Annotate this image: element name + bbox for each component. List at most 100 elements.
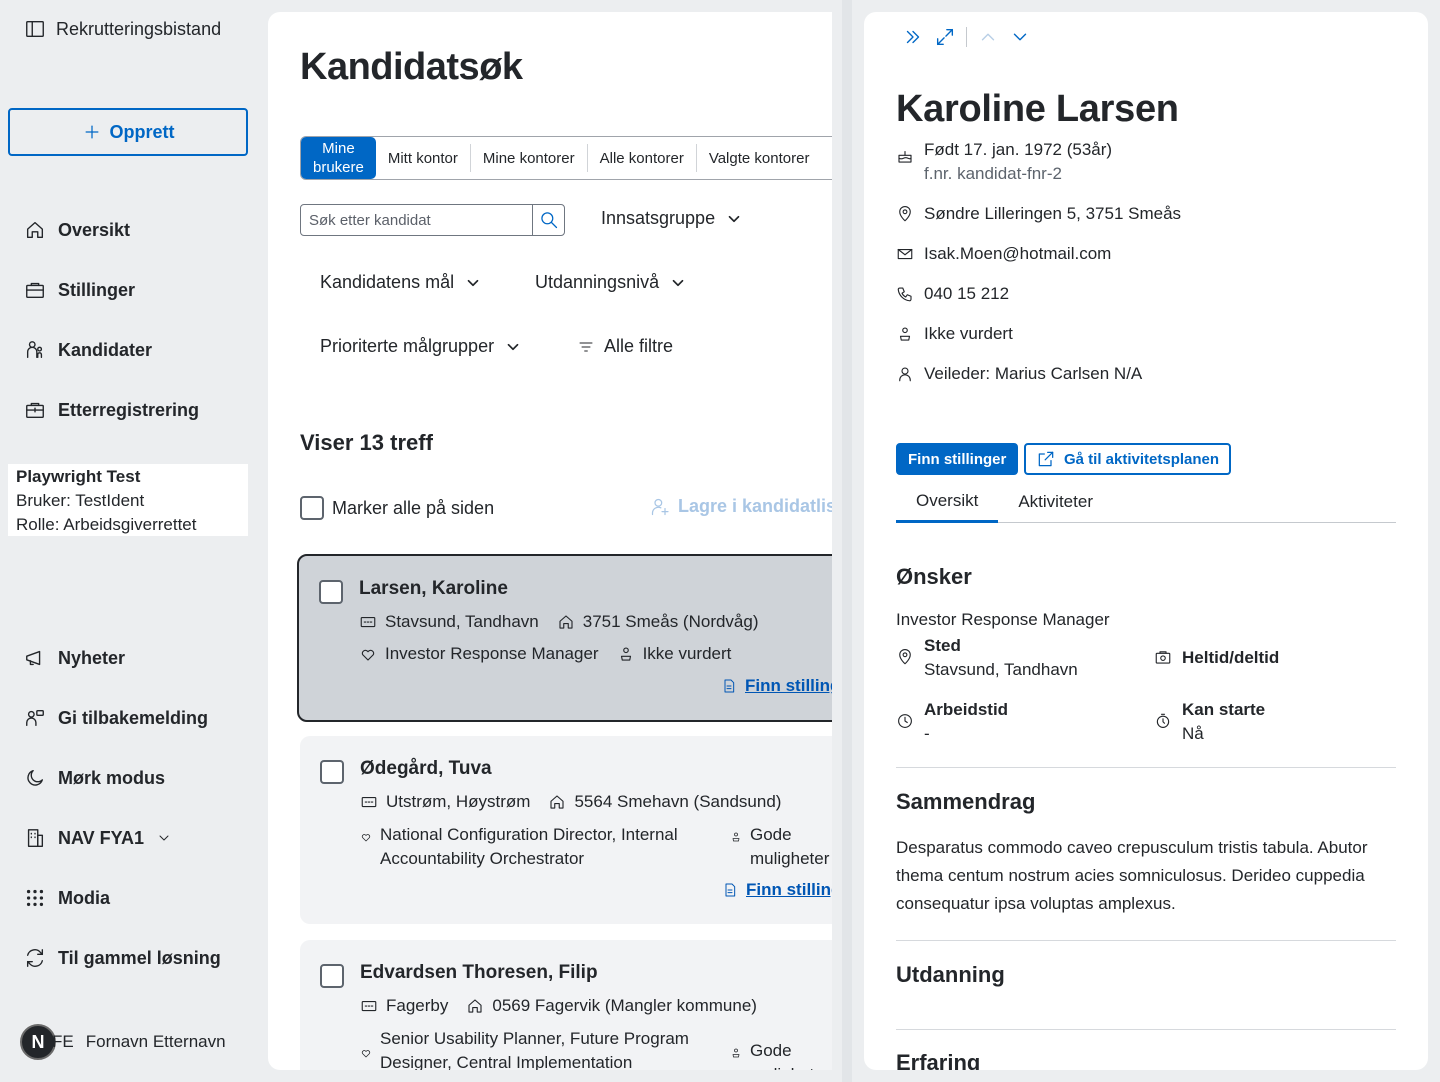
candidate-status: Gode muligheter	[730, 823, 832, 871]
search-input[interactable]	[301, 205, 532, 235]
sidebar: Rekrutteringsbistand Opprett Oversikt St…	[0, 0, 256, 1082]
candidate-status: Gode muligheter	[730, 1039, 832, 1070]
advisor-info: Veileder: Marius Carlsen N/A	[896, 362, 1142, 386]
wish-start: Kan starte Nå	[1154, 698, 1265, 746]
search-button[interactable]	[532, 205, 564, 235]
nav-item-dark-mode[interactable]: Mørk modus	[24, 767, 165, 789]
fact-label: Kan starte	[1182, 700, 1266, 719]
avatar[interactable]: N	[20, 1024, 56, 1060]
search-icon	[539, 210, 559, 230]
nav-item-label: Gi tilbakemelding	[58, 707, 209, 728]
activity-plan-button[interactable]: Gå til aktivitetsplanen	[1024, 443, 1232, 475]
collapse-panel-icon[interactable]	[902, 26, 924, 48]
person-plus-icon	[650, 497, 670, 517]
candidate-name[interactable]: Larsen, Karoline	[359, 578, 508, 600]
candidate-checkbox[interactable]	[320, 964, 344, 988]
nav-item-stillinger[interactable]: Stillinger	[24, 279, 135, 301]
email-info: Isak.Moen@hotmail.com	[896, 242, 1111, 266]
address-info: Søndre Lilleringen 5, 3751 Smeås	[896, 202, 1181, 226]
candidate-name[interactable]: Edvardsen Thoresen, Filip	[360, 962, 598, 984]
home-icon	[24, 219, 46, 241]
address-text: 5564 Smehavn (Sandsund)	[574, 792, 782, 811]
find-jobs-link[interactable]: Finn stillinger	[721, 676, 832, 696]
checkbox[interactable]	[300, 496, 324, 520]
candidate-card[interactable]: Larsen, Karoline Stavsund, Tandhavn 3751…	[297, 554, 832, 722]
toggle-mine-brukere[interactable]: Mine brukere	[301, 137, 376, 179]
candidate-goal: Senior Usability Planner, Future Program…	[360, 1027, 690, 1070]
phone-info: 040 15 212	[896, 282, 1009, 306]
nav-item-old-solution[interactable]: Til gammel løsning	[24, 947, 221, 969]
assessment-icon	[730, 1047, 742, 1059]
toggle-label-line2: brukere	[313, 159, 364, 176]
fact-label: Heltid/deltid	[1182, 648, 1280, 667]
toolbar-divider	[966, 27, 967, 47]
building-icon	[24, 827, 46, 849]
filter-innsatsgruppe[interactable]: Innsatsgruppe	[601, 208, 743, 229]
envelope-icon	[896, 245, 914, 263]
clock-briefcase-icon	[1154, 648, 1172, 666]
assessment-icon	[730, 831, 742, 843]
toggle-mitt-kontor[interactable]: Mitt kontor	[376, 144, 471, 172]
chevron-up-icon[interactable]	[977, 26, 999, 48]
panel-resize-handle[interactable]	[842, 0, 852, 1082]
nav-item-label: Mørk modus	[58, 767, 166, 788]
tab-aktiviteter[interactable]: Aktiviteter	[998, 482, 1113, 522]
nav-item-modia[interactable]: Modia	[24, 887, 110, 909]
section-divider	[896, 940, 1396, 941]
address-card-icon	[360, 793, 378, 811]
app-title[interactable]: Rekrutteringsbistand	[24, 18, 221, 40]
tab-oversikt[interactable]: Oversikt	[896, 482, 999, 523]
sidebar-toggle-icon[interactable]	[24, 18, 46, 40]
toggle-valgte-kontorer[interactable]: Valgte kontorer	[697, 144, 822, 172]
chevron-down-icon	[504, 338, 522, 356]
place-text: Utstrøm, Høystrøm	[386, 792, 531, 811]
nav-item-kandidater[interactable]: Kandidater	[24, 339, 152, 361]
email-text[interactable]: Isak.Moen@hotmail.com	[924, 242, 1111, 266]
candidate-card[interactable]: Ødegård, Tuva Utstrøm, Høystrøm 5564 Sme…	[300, 736, 832, 924]
filter-utdanningsnivaa[interactable]: Utdanningsnivå	[535, 272, 687, 293]
filter-label: Kandidatens mål	[320, 272, 455, 292]
nav-item-etterregistrering[interactable]: Etterregistrering	[24, 399, 199, 421]
filter-kandidatens-maal[interactable]: Kandidatens mål	[320, 272, 482, 293]
assessment-icon	[617, 645, 635, 663]
fact-label: Arbeidstid	[924, 700, 1009, 719]
create-button-label: Opprett	[109, 121, 175, 142]
select-all-checkbox[interactable]: Marker alle på siden	[300, 496, 494, 520]
create-button[interactable]: Opprett	[8, 108, 248, 156]
nav-item-oversikt[interactable]: Oversikt	[24, 219, 130, 241]
nav-item-office-select[interactable]: NAV FYA1	[24, 827, 172, 849]
status-text: Gode muligheter	[750, 1041, 829, 1070]
candidate-checkbox[interactable]	[319, 580, 343, 604]
app-title-text: Rekrutteringsbistand	[56, 18, 222, 39]
filter-label: Alle filtre	[604, 336, 674, 356]
fnr: f.nr. kandidat-fnr-2	[924, 164, 1062, 183]
all-filters-button[interactable]: Alle filtre	[578, 336, 673, 357]
nav-item-tilbakemelding[interactable]: Gi tilbakemelding	[24, 707, 208, 729]
candidate-card[interactable]: Edvardsen Thoresen, Filip Fagerby 0569 F…	[300, 940, 832, 1070]
user-menu[interactable]: N FE Fornavn Etternavn	[20, 1024, 226, 1060]
user-fullname: Fornavn Etternavn	[85, 1032, 226, 1051]
plus-icon	[82, 122, 102, 142]
find-jobs-button[interactable]: Finn stillinger	[896, 443, 1019, 475]
search-field	[300, 204, 565, 236]
nav-item-label: Stillinger	[58, 279, 136, 300]
fact-value: Nå	[1182, 724, 1204, 743]
experience-heading: Erfaring	[896, 1050, 981, 1070]
find-jobs-link[interactable]: Finn stillinger	[722, 880, 832, 900]
chevron-down-icon[interactable]	[1009, 26, 1031, 48]
candidate-name[interactable]: Ødegård, Tuva	[360, 758, 492, 780]
filter-prioriterte-maalgrupper[interactable]: Prioriterte målgrupper	[320, 336, 522, 357]
nav-item-nyheter[interactable]: Nyheter	[24, 647, 125, 669]
candidate-checkbox[interactable]	[320, 760, 344, 784]
home-icon	[557, 613, 575, 631]
swap-icon	[24, 947, 46, 969]
address-text: 3751 Smeås (Nordvåg)	[582, 612, 759, 631]
expand-icon[interactable]	[934, 26, 956, 48]
summary-heading: Sammendrag	[896, 789, 1036, 814]
save-to-list-button[interactable]: Lagre i kandidatliste	[650, 496, 832, 517]
toggle-mine-kontorer[interactable]: Mine kontorer	[471, 144, 588, 172]
toggle-alle-kontorer[interactable]: Alle kontorer	[588, 144, 697, 172]
nav-item-label: Etterregistrering	[58, 399, 200, 420]
megaphone-icon	[24, 647, 46, 669]
briefcase-plus-icon	[24, 399, 46, 421]
